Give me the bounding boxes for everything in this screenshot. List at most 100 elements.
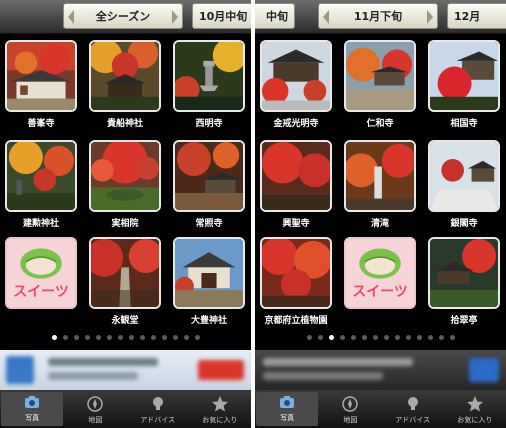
temple-photo xyxy=(89,237,161,309)
page-dot[interactable] xyxy=(372,334,378,340)
temple-cell[interactable]: 実相院 xyxy=(86,140,164,234)
temple-photo xyxy=(173,140,245,212)
page-dot[interactable] xyxy=(106,334,112,340)
temple-cell[interactable]: 常照寺 xyxy=(170,140,248,234)
lightbulb-icon xyxy=(404,395,422,413)
tab-label: 写真 xyxy=(280,414,295,422)
season-current-label: 11月下旬 xyxy=(353,10,403,23)
page-dot[interactable] xyxy=(84,334,90,340)
page-dot[interactable] xyxy=(449,334,455,340)
temple-cell[interactable]: 貴船神社 xyxy=(86,40,164,134)
page-dot[interactable] xyxy=(339,334,345,340)
temple-photo xyxy=(428,237,500,309)
page-dot[interactable] xyxy=(438,334,444,340)
season-current-label: 全シーズン xyxy=(95,10,151,23)
temple-photo xyxy=(5,40,77,112)
page-indicator[interactable] xyxy=(255,333,506,341)
temple-cell[interactable]: 永観堂 xyxy=(86,237,164,331)
temple-name: 興聖寺 xyxy=(282,219,310,229)
page-dot[interactable] xyxy=(172,334,178,340)
tab-compass[interactable]: 地図 xyxy=(319,390,381,428)
tab-label: お気に入り xyxy=(202,416,238,424)
tab-label: 地図 xyxy=(343,416,358,424)
temple-cell[interactable]: 京都府立植物園 xyxy=(257,237,335,331)
tab-star[interactable]: お気に入り xyxy=(189,390,251,428)
temple-cell[interactable]: 清滝 xyxy=(341,140,419,234)
temple-photo xyxy=(344,40,416,112)
page-dot[interactable] xyxy=(194,334,200,340)
tab-lightbulb[interactable]: アドバイス xyxy=(382,390,444,428)
temple-cell[interactable]: 銀閣寺 xyxy=(425,140,503,234)
temple-photo xyxy=(173,40,245,112)
temple-cell[interactable]: 大豊神社 xyxy=(170,237,248,331)
temple-cell[interactable]: 興聖寺 xyxy=(257,140,335,234)
ad-banner[interactable] xyxy=(255,350,506,390)
page-dot[interactable] xyxy=(117,334,123,340)
page-dot[interactable] xyxy=(416,334,422,340)
page-indicator[interactable] xyxy=(0,333,251,341)
page-dot[interactable] xyxy=(361,334,367,340)
temple-photo xyxy=(260,237,332,309)
temple-cell[interactable]: 相国寺 xyxy=(425,40,503,134)
tab-lightbulb[interactable]: アドバイス xyxy=(127,390,189,428)
season-prev-label: 中旬 xyxy=(266,10,288,23)
page-dot[interactable] xyxy=(394,334,400,340)
temple-photo xyxy=(89,140,161,212)
season-prev-tab[interactable]: 中旬 xyxy=(255,3,295,29)
page-dot[interactable] xyxy=(405,334,411,340)
season-next-tab[interactable]: 12月 xyxy=(447,3,506,29)
temple-name: 清滝 xyxy=(370,219,389,229)
tab-label: お気に入り xyxy=(457,416,493,424)
page-dot[interactable] xyxy=(62,334,68,340)
sweets-tile: スイーツ xyxy=(344,237,416,309)
page-dot[interactable] xyxy=(183,334,189,340)
screen-left: 全シーズン 10月中旬 善峯寺 貴船神社 西明寺 建勲神社 実相院 常照寺 スイ… xyxy=(0,0,251,428)
page-dot[interactable] xyxy=(95,334,101,340)
tab-camera[interactable]: 写真 xyxy=(256,392,319,426)
season-next-label: 10月中旬 xyxy=(199,10,248,23)
tab-label: アドバイス xyxy=(140,416,176,424)
temple-cell[interactable]: 金戒光明寺 xyxy=(257,40,335,134)
sweets-label: スイーツ xyxy=(13,284,69,300)
ad-banner[interactable] xyxy=(0,350,251,390)
temple-name: 大豊神社 xyxy=(190,316,227,326)
temple-cell[interactable]: 善峯寺 xyxy=(2,40,80,134)
page-dot[interactable] xyxy=(73,334,79,340)
tab-star[interactable]: お気に入り xyxy=(444,390,506,428)
page-dot[interactable] xyxy=(161,334,167,340)
page-dot[interactable] xyxy=(383,334,389,340)
tab-compass[interactable]: 地図 xyxy=(64,390,126,428)
camera-icon xyxy=(278,393,296,411)
season-next-tab[interactable]: 10月中旬 xyxy=(192,3,251,29)
temple-name: 拾翠亭 xyxy=(450,316,478,326)
page-dot[interactable] xyxy=(51,334,57,340)
page-dot[interactable] xyxy=(427,334,433,340)
page-dot[interactable] xyxy=(328,334,334,340)
season-selector[interactable]: 中旬 11月下旬 12月 xyxy=(255,0,506,34)
temple-name: 仁和寺 xyxy=(366,119,394,129)
season-current-tab[interactable]: 全シーズン xyxy=(63,3,183,29)
sweets-cell[interactable]: スイーツ xyxy=(341,237,419,331)
season-current-tab[interactable]: 11月下旬 xyxy=(318,3,438,29)
temple-photo xyxy=(428,40,500,112)
temple-photo xyxy=(260,40,332,112)
temple-name: 永観堂 xyxy=(111,316,139,326)
page-dot[interactable] xyxy=(350,334,356,340)
season-selector[interactable]: 全シーズン 10月中旬 xyxy=(0,0,251,34)
temple-cell[interactable]: 拾翠亭 xyxy=(425,237,503,331)
tab-label: 地図 xyxy=(88,416,103,424)
page-dot[interactable] xyxy=(150,334,156,340)
season-next-label: 12月 xyxy=(454,10,481,23)
temple-cell[interactable]: 建勲神社 xyxy=(2,140,80,234)
tab-label: アドバイス xyxy=(395,416,431,424)
page-dot[interactable] xyxy=(139,334,145,340)
temple-photo xyxy=(5,140,77,212)
temple-cell[interactable]: 西明寺 xyxy=(170,40,248,134)
temple-photo xyxy=(428,140,500,212)
tab-camera[interactable]: 写真 xyxy=(1,392,64,426)
page-dot[interactable] xyxy=(317,334,323,340)
sweets-cell[interactable]: スイーツ xyxy=(2,237,80,331)
page-dot[interactable] xyxy=(128,334,134,340)
page-dot[interactable] xyxy=(306,334,312,340)
temple-cell[interactable]: 仁和寺 xyxy=(341,40,419,134)
